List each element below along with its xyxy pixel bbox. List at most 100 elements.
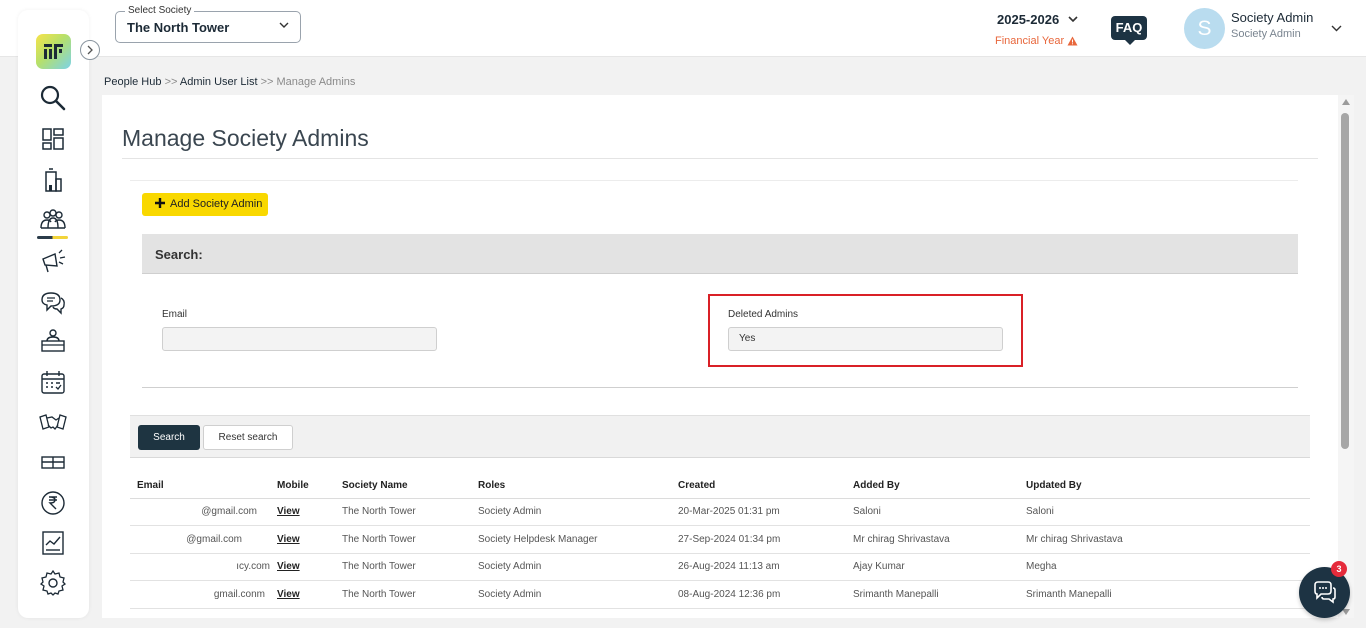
column-header-added-by[interactable]: Added By — [846, 473, 1019, 499]
chat-bubbles-icon[interactable] — [39, 288, 67, 316]
column-header-created[interactable]: Created — [671, 473, 846, 499]
updated-by-cell: Megha — [1019, 553, 1310, 581]
breadcrumb-admin-user-list[interactable]: Admin User List — [180, 76, 258, 88]
table-row: @gmail.com View The North Tower Society … — [130, 498, 1310, 526]
reception-icon[interactable] — [39, 327, 67, 355]
table-row: ıcy.com View The North Tower Society Adm… — [130, 553, 1310, 581]
updated-by-cell: Saloni — [1019, 498, 1310, 526]
chevron-right-icon — [87, 45, 93, 55]
column-header-mobile[interactable]: Mobile — [270, 473, 335, 499]
add-society-admin-button[interactable]: Add Society Admin — [142, 193, 268, 216]
deleted-admins-label: Deleted Admins — [728, 309, 799, 320]
chevron-down-icon — [1068, 16, 1078, 23]
rupee-icon[interactable] — [39, 489, 67, 517]
plus-icon — [155, 198, 165, 208]
mobile-view-link[interactable]: View — [277, 534, 300, 545]
user-name: Society Admin — [1231, 10, 1314, 25]
admins-table: Email Mobile Society Name Roles Created … — [130, 473, 1310, 609]
email-cell: @gmail.com — [186, 533, 242, 545]
user-menu-chevron-icon[interactable] — [1331, 23, 1342, 33]
search-button-bar: Search Reset search — [130, 415, 1310, 458]
building-icon[interactable] — [39, 166, 67, 194]
society-select[interactable]: Select Society The North Tower — [115, 5, 301, 43]
created-cell: 26-Aug-2024 11:13 am — [671, 553, 846, 581]
breadcrumb-current: Manage Admins — [276, 76, 356, 88]
updated-by-cell: Srimanth Manepalli — [1019, 580, 1310, 609]
add-society-admin-label: Add Society Admin — [170, 198, 263, 210]
chat-notification-badge: 3 — [1331, 561, 1347, 577]
chat-icon — [1314, 581, 1336, 604]
role-cell: Society Helpdesk Manager — [471, 525, 671, 554]
faq-button[interactable]: FAQ — [1111, 16, 1147, 45]
scrollbar-thumb[interactable] — [1341, 113, 1349, 449]
created-cell: 27-Sep-2024 01:34 pm — [671, 525, 846, 554]
scroll-up-arrow-icon[interactable] — [1342, 99, 1350, 105]
deleted-admins-select[interactable]: Yes — [728, 327, 1003, 351]
logo-icon — [44, 44, 63, 59]
table-row: gmail.conm View The North Tower Society … — [130, 580, 1310, 609]
top-bar: Select Society The North Tower 2025-2026… — [0, 0, 1366, 57]
divider — [142, 387, 1298, 388]
added-by-cell: Srimanth Manepalli — [846, 580, 1019, 609]
chevron-down-icon — [279, 22, 289, 28]
society-cell: The North Tower — [335, 498, 471, 526]
user-role: Society Admin — [1231, 28, 1301, 40]
financial-year-select[interactable]: 2025-2026 Financial Year — [990, 12, 1090, 52]
divider — [130, 180, 1298, 181]
dashboard-icon[interactable] — [39, 125, 67, 153]
vertical-scrollbar[interactable] — [1338, 95, 1354, 618]
added-by-cell: Ajay Kumar — [846, 553, 1019, 581]
mobile-view-link[interactable]: View — [277, 589, 300, 600]
mobile-view-link[interactable]: View — [277, 561, 300, 572]
search-heading: Search: — [155, 247, 203, 262]
created-cell: 08-Aug-2024 12:36 pm — [671, 580, 846, 609]
breadcrumb-separator: >> — [260, 76, 274, 88]
breadcrumb-people-hub[interactable]: People Hub — [104, 76, 162, 88]
sidebar-toggle-button[interactable] — [80, 40, 100, 60]
settings-icon[interactable] — [39, 569, 67, 597]
warning-icon — [1067, 36, 1078, 46]
role-cell: Society Admin — [471, 498, 671, 526]
column-header-updated-by[interactable]: Updated By — [1019, 473, 1310, 499]
parcel-icon[interactable] — [39, 448, 67, 476]
people-icon[interactable] — [39, 206, 67, 234]
society-select-label: Select Society — [125, 5, 195, 16]
search-icon[interactable] — [39, 84, 67, 112]
society-select-value: The North Tower — [127, 20, 230, 35]
column-header-society-name[interactable]: Society Name — [335, 473, 471, 499]
mobile-view-link[interactable]: View — [277, 506, 300, 517]
added-by-cell: Mr chirag Shrivastava — [846, 525, 1019, 554]
column-header-roles[interactable]: Roles — [471, 473, 671, 499]
financial-year-value: 2025-2026 — [997, 12, 1060, 27]
divider — [122, 158, 1318, 159]
email-field[interactable] — [162, 327, 437, 351]
main-panel: Manage Society Admins Add Society Admin … — [102, 95, 1338, 618]
search-panel-header: Search: — [142, 234, 1298, 274]
announcement-icon[interactable] — [39, 247, 67, 275]
role-cell: Society Admin — [471, 553, 671, 581]
app-logo[interactable] — [36, 34, 71, 69]
sidebar — [18, 10, 89, 618]
email-cell: gmail.conm — [213, 588, 265, 600]
added-by-cell: Saloni — [846, 498, 1019, 526]
scroll-down-arrow-icon[interactable] — [1342, 609, 1350, 615]
financial-year-label: Financial Year — [995, 35, 1065, 47]
avatar[interactable]: S — [1184, 8, 1225, 49]
search-button[interactable]: Search — [138, 425, 200, 450]
created-cell: 20-Mar-2025 01:31 pm — [671, 498, 846, 526]
breadcrumb-separator: >> — [164, 76, 178, 88]
active-nav-indicator — [37, 236, 68, 239]
email-label: Email — [162, 309, 188, 320]
table-row: @gmail.com View The North Tower Society … — [130, 525, 1310, 554]
page-title: Manage Society Admins — [122, 125, 369, 151]
society-cell: The North Tower — [335, 580, 471, 609]
reset-search-button[interactable]: Reset search — [203, 425, 293, 450]
email-cell: ıcy.com — [236, 561, 270, 573]
calendar-icon[interactable] — [39, 368, 67, 396]
handshake-icon[interactable] — [39, 408, 67, 436]
updated-by-cell: Mr chirag Shrivastava — [1019, 525, 1310, 554]
role-cell: Society Admin — [471, 580, 671, 609]
table-header-row: Email Mobile Society Name Roles Created … — [130, 473, 1310, 499]
report-icon[interactable] — [39, 529, 67, 557]
column-header-email[interactable]: Email — [130, 473, 270, 499]
